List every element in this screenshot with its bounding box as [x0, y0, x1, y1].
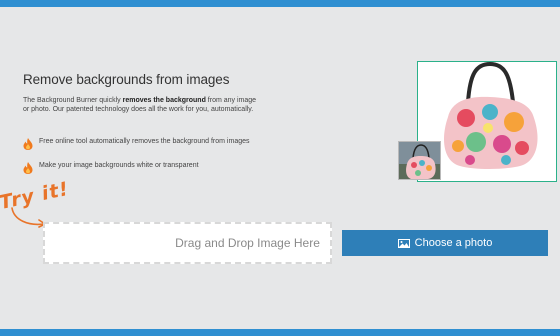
handbag-thumbnail-image: [399, 142, 440, 179]
feature-text: Free online tool automatically removes t…: [39, 138, 250, 145]
image-icon: [397, 238, 410, 248]
bottom-accent-bar: [0, 329, 560, 336]
dropzone-label: Drag and Drop Image Here: [175, 236, 320, 250]
page-title: Remove backgrounds from images: [23, 72, 230, 87]
image-dropzone[interactable]: Drag and Drop Image Here: [43, 222, 332, 264]
choose-photo-button[interactable]: Choose a photo: [342, 230, 548, 256]
choose-photo-label: Choose a photo: [414, 237, 493, 249]
flame-icon: [23, 162, 33, 174]
feature-text: Make your image backgrounds white or tra…: [39, 162, 199, 169]
flame-icon: [23, 138, 33, 150]
example-thumbnail: [398, 141, 441, 180]
top-accent-bar: [0, 0, 560, 7]
intro-text: The Background Burner quickly removes th…: [23, 97, 257, 113]
feature-item: Free online tool automatically removes t…: [23, 138, 263, 150]
feature-item: Make your image backgrounds white or tra…: [23, 162, 263, 174]
